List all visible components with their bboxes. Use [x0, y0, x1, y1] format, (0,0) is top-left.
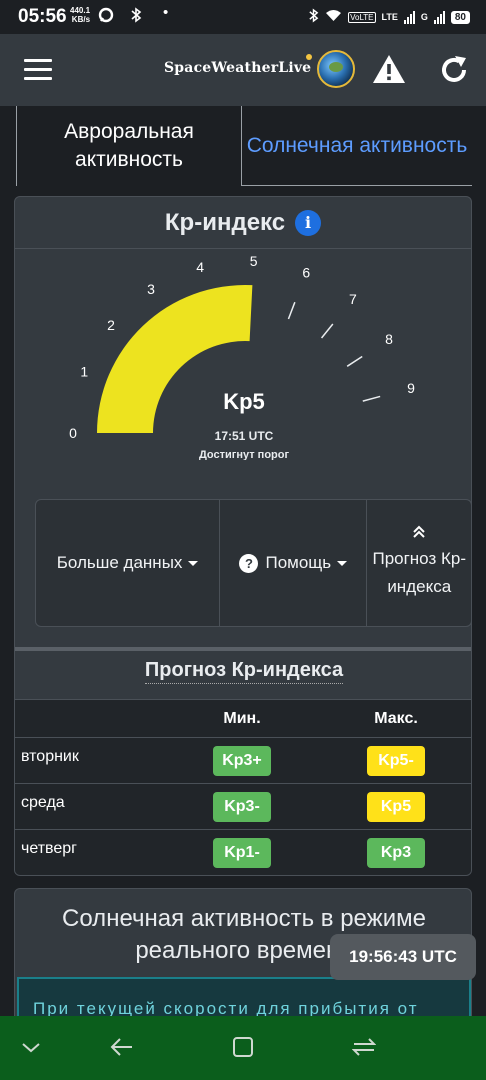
warning-icon[interactable] [372, 54, 406, 89]
kp-min-badge: Kp1- [213, 837, 271, 868]
gauge-tick-label: 7 [349, 291, 357, 307]
forecast-title: Прогноз Кр-индекса [15, 659, 471, 684]
help-chevron-down-icon [337, 560, 348, 566]
refresh-icon[interactable] [438, 54, 470, 91]
menu-icon[interactable] [24, 59, 52, 81]
signal-bars-2-icon [433, 10, 445, 24]
forecast-min-cell: Kp3- [165, 783, 319, 830]
notification-dot-icon: • [163, 4, 169, 21]
kp-button-group: Больше данных ? Помощь Прогноз Кр-индекс… [35, 499, 471, 627]
kp-gauge-svg: 01234 56789 [69, 253, 415, 441]
forecast-day: четверг [15, 829, 165, 875]
forecast-max-cell: Kp3 [319, 829, 471, 875]
forecast-day: среда [15, 783, 165, 830]
gauge-tick-label: 6 [302, 264, 310, 280]
kp-max-badge: Kp5- [367, 745, 425, 776]
nav-home-icon[interactable] [232, 1036, 254, 1063]
forecast-max-header: Макс. [319, 699, 471, 738]
gauge-tick-label: 1 [80, 364, 88, 380]
forecast-row: вторник Kp3+ Kp5- [15, 737, 471, 784]
network-speed-unit: KB/s [71, 15, 91, 24]
help-label: Помощь [265, 553, 332, 572]
forecast-row: среда Kp3- Kp5 [15, 783, 471, 830]
status-right-group: VoLTE LTE G 80 [308, 8, 470, 26]
volte-badge: VoLTE [348, 11, 376, 23]
gauge-tick-label: 4 [196, 259, 204, 275]
forecast-day: вторник [15, 737, 165, 784]
kp-status-text: Достигнут порог [198, 449, 290, 460]
chevron-down-icon [188, 560, 199, 566]
g-label: G [420, 12, 428, 22]
tab-solar-activity[interactable]: Солнечная активность [242, 106, 472, 186]
forecast-title-text[interactable]: Прогноз Кр-индекса [144, 659, 344, 684]
chat-bubble-icon [98, 7, 114, 27]
forecast-day-header [15, 699, 165, 738]
kp-forecast-button[interactable]: Прогноз Кр-индекса [367, 500, 471, 626]
kp-gauge: 0123456789 [15, 249, 471, 499]
gauge-tick-mark [287, 301, 296, 320]
kp-card-header: Кр-индекс i [15, 197, 471, 249]
nav-collapse-icon[interactable] [20, 1036, 42, 1063]
wifi-icon [325, 9, 342, 25]
double-chevron-up-icon [412, 525, 426, 541]
tab-aurora-activity[interactable]: Авроральная активность [16, 106, 242, 186]
brand-name[interactable]: SpaceWeatherLive [164, 60, 311, 76]
gauge-tick-mark [320, 323, 334, 339]
kp-forecast-button-label: Прогноз Кр-индекса [372, 549, 466, 596]
network-speed-value: 440.1 [70, 6, 91, 15]
kp-card-title: Кр-индекс [164, 208, 286, 236]
forecast-divider [15, 647, 471, 651]
status-time: 05:56 [18, 6, 67, 27]
kp-index-card: Кр-индекс i 0123456789 Kp5 17:51 UTC Дос… [14, 196, 472, 876]
signal-bars-icon [403, 10, 415, 24]
lte-label: LTE [381, 12, 398, 22]
forecast-max-cell: Kp5- [319, 737, 471, 784]
nav-back-icon[interactable] [110, 1036, 134, 1063]
forecast-table: Мин. Макс. вторник Kp3+ Kp5- среда Kp3- Kp5 че… [15, 699, 471, 875]
sun-dot-icon [306, 54, 312, 60]
forecast-header-row: Мин. Макс. [15, 699, 471, 738]
bluetooth-right-icon [308, 8, 319, 26]
kp-min-badge: Kp3+ [213, 745, 271, 776]
gauge-tick-label: 8 [385, 331, 393, 347]
info-icon[interactable]: i [295, 209, 322, 236]
question-icon: ? [239, 553, 259, 573]
gauge-tick-label: 5 [250, 253, 258, 269]
forecast-row: четверг Kp1- Kp3 [15, 829, 471, 875]
forecast-max-cell: Kp5 [319, 783, 471, 830]
kp-timestamp: 17:51 UTC [214, 429, 274, 443]
kp-min-badge: Kp3- [213, 791, 271, 822]
gauge-tick-mark [346, 355, 363, 367]
bluetooth-icon [130, 7, 142, 27]
system-nav-bar [0, 1016, 486, 1080]
kp-max-badge: Kp3 [367, 837, 425, 868]
more-data-button[interactable]: Больше данных [36, 500, 221, 626]
network-speed: 440.1 KB/s [70, 6, 90, 24]
activity-tabs: Авроральная активность Солнечная активно… [14, 106, 472, 186]
nav-recents-icon[interactable] [351, 1036, 377, 1063]
utc-clock: 19:56:43 UTC [330, 934, 476, 980]
gauge-tick-label: 2 [107, 317, 115, 333]
system-status-bar: 05:56 440.1 KB/s • VoLTE LTE G 80 [0, 0, 486, 34]
gauge-tick-label: 3 [147, 281, 155, 297]
app-header: SpaceWeatherLive [0, 34, 486, 106]
earth-logo-icon[interactable] [317, 50, 355, 88]
forecast-min-header: Мин. [165, 699, 319, 738]
forecast-min-cell: Kp1- [165, 829, 319, 875]
help-button[interactable]: ? Помощь [220, 500, 368, 626]
battery-indicator: 80 [450, 10, 470, 24]
kp-max-badge: Kp5 [367, 791, 425, 822]
forecast-min-cell: Kp3+ [165, 737, 319, 784]
kp-current-value: Kp5 [223, 389, 265, 414]
more-data-label: Больше данных [56, 553, 183, 572]
